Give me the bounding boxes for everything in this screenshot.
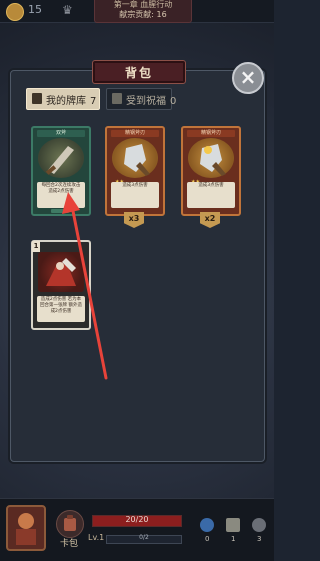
card-twin-axes[interactable]: 双斧 每回合2次连续攻击 造成2点伤害: [31, 126, 91, 216]
key-count: 3: [257, 535, 262, 543]
close-icon: ×: [239, 65, 257, 89]
blessing-icon: [112, 93, 122, 104]
card-red-warrior[interactable]: 1 造成2点伤害 若为本回合第一张牌 额外造成2点伤害: [31, 240, 91, 330]
card-rarity-tag: [51, 209, 69, 213]
tab-my-deck-count: 7: [90, 96, 97, 107]
card-steel-blade-1[interactable]: 精钢斧刃 ★★ 造成3点伤害: [105, 126, 165, 216]
backpack-button[interactable]: [56, 510, 84, 538]
red-warrior-art-icon: [38, 252, 84, 292]
modal-title-plate: 背包: [92, 60, 186, 84]
hero-portrait[interactable]: [6, 505, 46, 551]
tab-blessings-count: 0: [170, 96, 177, 107]
card-steel-blade-2[interactable]: 精钢斧刃 ★★ 造成3点伤害: [181, 126, 241, 216]
sword-art-icon: [38, 138, 84, 178]
hourglass-count: 1: [231, 535, 236, 543]
card-header-label: 双斧: [55, 130, 66, 136]
card-description: 造成3点伤害: [111, 182, 159, 208]
key-icon[interactable]: [252, 518, 266, 532]
axe-blade-art-icon: [188, 138, 234, 178]
card-header-label: 精钢斧刃: [124, 130, 145, 136]
chapter-banner: 第一章 血腥行动 献宗贡献: 16: [94, 0, 192, 23]
potion-count: 0: [205, 535, 210, 543]
contribution-score: 献宗贡献: 16: [119, 10, 167, 19]
card-level-tag: 1: [32, 241, 40, 252]
xp-bar: 0/2: [106, 534, 182, 544]
card-description: 每回合2次连续攻击 造成2点伤害: [37, 182, 85, 208]
hp-value: 20/20: [125, 515, 149, 524]
tab-my-deck-label: 我的牌库: [46, 96, 86, 107]
axe-blade-art-icon: [112, 138, 158, 178]
potion-icon[interactable]: [200, 518, 214, 532]
crown-icon: ♛: [62, 3, 73, 17]
card-header-label: 精钢斧刃: [200, 130, 221, 136]
top-hud: 15 ♛ 第一章 血腥行动 献宗贡献: 16: [0, 0, 274, 23]
hourglass-icon[interactable]: [226, 518, 240, 532]
tab-blessings-label: 受到祝福: [126, 96, 166, 107]
hp-bar: 20/20: [92, 515, 182, 527]
deck-icon: [32, 93, 42, 104]
xp-value: 0/2: [139, 534, 149, 541]
backpack-icon: [64, 515, 76, 531]
player-level: Lv.1: [88, 533, 105, 542]
coin-icon: [6, 3, 24, 21]
close-button[interactable]: ×: [232, 62, 264, 94]
coin-count: 15: [28, 3, 42, 16]
card-description: 造成3点伤害: [187, 182, 235, 208]
tab-my-deck[interactable]: 我的牌库 7: [26, 88, 100, 110]
backpack-label: 卡包: [60, 539, 79, 549]
modal-title: 背包: [124, 66, 153, 80]
card-description: 造成2点伤害 若为本回合第一张牌 额外造成2点伤害: [37, 296, 85, 322]
tab-blessings[interactable]: 受到祝福 0: [106, 88, 176, 110]
